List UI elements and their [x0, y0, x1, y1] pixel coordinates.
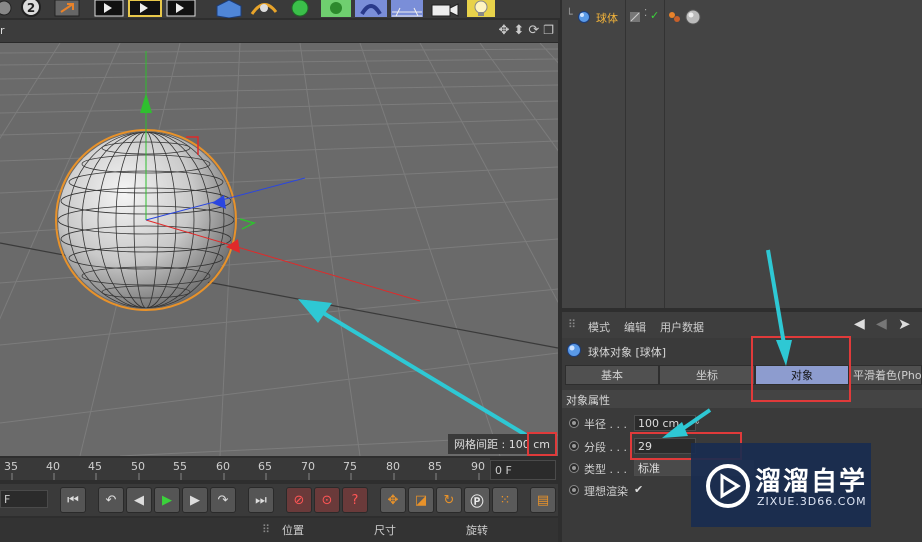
key-rotation-button[interactable]: ↻: [436, 487, 462, 513]
step-forward-icon: ▶: [190, 492, 200, 508]
keyframe-selection-button[interactable]: ?: [342, 487, 368, 513]
num-two-icon[interactable]: 2: [18, 0, 44, 18]
auto-key-icon: ⊙: [321, 492, 333, 508]
toolbar-icon-partial[interactable]: [0, 0, 14, 18]
timeline-tick: 80: [386, 460, 400, 473]
sphere-object-icon: [578, 11, 590, 23]
coordinates-header: ⠿ 位置 尺寸 旋转: [0, 518, 558, 542]
parameter-p-icon: Ⓟ: [470, 494, 484, 510]
visibility-dots-icon[interactable]: ⁚: [644, 8, 647, 19]
phong-tag-icon[interactable]: [685, 9, 701, 25]
auto-key-button[interactable]: ⊙: [314, 487, 340, 513]
timeline-tick: 85: [428, 460, 442, 473]
start-frame-value: F: [4, 493, 11, 506]
annotation-arrows-right: [662, 249, 792, 438]
timeline-tick: 40: [46, 460, 60, 473]
rotate-view-icon[interactable]: ⟳: [528, 23, 539, 38]
render-picture-viewer-icon[interactable]: [128, 0, 162, 18]
array-icon[interactable]: [320, 0, 352, 18]
main-toolbar: 2: [0, 0, 560, 18]
next-key-icon: ↷: [217, 492, 229, 508]
camera-icon[interactable]: [428, 0, 462, 18]
render-settings-icon[interactable]: [166, 0, 196, 18]
timeline-ruler[interactable]: 35 40 45 50 55 60 65 70 75 80 85 90: [0, 458, 490, 480]
light-bulb-icon[interactable]: [466, 0, 496, 18]
play-button[interactable]: ▶: [154, 487, 180, 513]
timeline-tick: 65: [258, 460, 272, 473]
previous-frame-button[interactable]: ◀: [126, 487, 152, 513]
material-tag-icon[interactable]: [668, 10, 682, 24]
timeline-tick-marks: [11, 473, 480, 480]
render-view-icon[interactable]: [94, 0, 124, 18]
dolly-view-icon[interactable]: ⬍: [513, 23, 524, 38]
go-to-end-button[interactable]: ⏭: [248, 487, 274, 513]
viewport-scene: [0, 43, 558, 456]
timeline-tick: 45: [88, 460, 102, 473]
watermark-title: 溜溜自学: [755, 467, 868, 497]
point-grid-icon: ⁙: [499, 492, 511, 508]
keyframe-radio[interactable]: [569, 485, 579, 495]
timeline-tick: 75: [343, 460, 357, 473]
drag-handle-icon[interactable]: ⠿: [262, 523, 270, 536]
deformer-icon[interactable]: [354, 0, 388, 18]
spline-pen-icon[interactable]: [248, 0, 280, 18]
skip-back-icon: ⏮: [67, 492, 79, 508]
transport-bar: F ⏮ ↶ ◀ ▶ ▶ ↷ ⏭ ⊘ ⊙ ? ✥ ◪ ↻ Ⓟ ⁙ ▤: [0, 484, 558, 516]
3d-viewport[interactable]: 网格间距 : 100 cm: [0, 43, 558, 456]
key-pla-button[interactable]: ⁙: [492, 487, 518, 513]
key-record-icon: ⊘: [293, 492, 305, 508]
svg-text:2: 2: [27, 1, 35, 15]
step-back-icon: ◀: [134, 492, 144, 508]
move-view-icon[interactable]: ✥: [499, 23, 510, 38]
play-icon: ▶: [162, 492, 172, 508]
skip-forward-icon: ⏭: [255, 492, 267, 508]
scheme-menu-button[interactable]: ▤: [530, 487, 556, 513]
position-column-label: 位置: [282, 524, 304, 537]
go-to-start-button[interactable]: ⏮: [60, 487, 86, 513]
viewport-menu-tail[interactable]: r: [0, 24, 5, 37]
viewport-nav-controls: ✥ ⬍ ⟳ ❐: [499, 23, 554, 38]
timeline-tick: 70: [301, 460, 315, 473]
timeline-tick: 90: [471, 460, 485, 473]
timeline-tick: 35: [4, 460, 18, 473]
perfect-render-checkbox[interactable]: ✔: [634, 483, 646, 496]
nurbs-icon[interactable]: [284, 0, 316, 18]
timeline-tick: 50: [131, 460, 145, 473]
move-arrows-icon: ✥: [387, 492, 399, 508]
next-key-button[interactable]: ↷: [210, 487, 236, 513]
question-icon: ?: [351, 492, 359, 508]
watermark: 溜溜自学 ZIXUE.3D66.COM: [691, 443, 871, 527]
watermark-url: ZIXUE.3D66.COM: [757, 495, 867, 508]
viewport-header: r ✥ ⬍ ⟳ ❐: [0, 20, 558, 43]
next-frame-button[interactable]: ▶: [182, 487, 208, 513]
previous-key-button[interactable]: ↶: [98, 487, 124, 513]
coordinate-system-icon[interactable]: [52, 0, 82, 18]
key-position-button[interactable]: ✥: [380, 487, 406, 513]
maximize-view-icon[interactable]: ❐: [543, 23, 554, 38]
enabled-check-icon[interactable]: ✓: [650, 9, 659, 22]
prev-key-icon: ↶: [105, 492, 117, 508]
rotate-icon: ↻: [443, 492, 455, 508]
current-frame-field[interactable]: 0 F: [490, 460, 556, 480]
size-column-label: 尺寸: [374, 524, 396, 537]
floor-environment-icon[interactable]: [390, 0, 424, 18]
rotation-column-label: 旋转: [466, 524, 488, 537]
start-frame-field[interactable]: F: [0, 490, 48, 508]
key-scale-button[interactable]: ◪: [408, 487, 434, 513]
record-key-button[interactable]: ⊘: [286, 487, 312, 513]
film-strip-icon: ▤: [536, 492, 550, 508]
object-row-sphere[interactable]: └ 球体 ⁚ ✓: [562, 8, 922, 28]
key-parameter-button[interactable]: Ⓟ: [464, 487, 490, 513]
watermark-logo: [706, 464, 750, 508]
scale-box-icon: ◪: [414, 492, 428, 508]
tree-branch-icon: └: [566, 8, 573, 21]
timeline-tick: 60: [216, 460, 230, 473]
highlight-box-grid-label: [527, 432, 557, 456]
cube-icon[interactable]: [214, 0, 244, 18]
layer-icon[interactable]: [629, 11, 641, 23]
timeline-tick: 55: [173, 460, 187, 473]
object-name-label[interactable]: 球体: [596, 10, 618, 26]
perfect-render-label: 理想渲染: [584, 485, 628, 498]
